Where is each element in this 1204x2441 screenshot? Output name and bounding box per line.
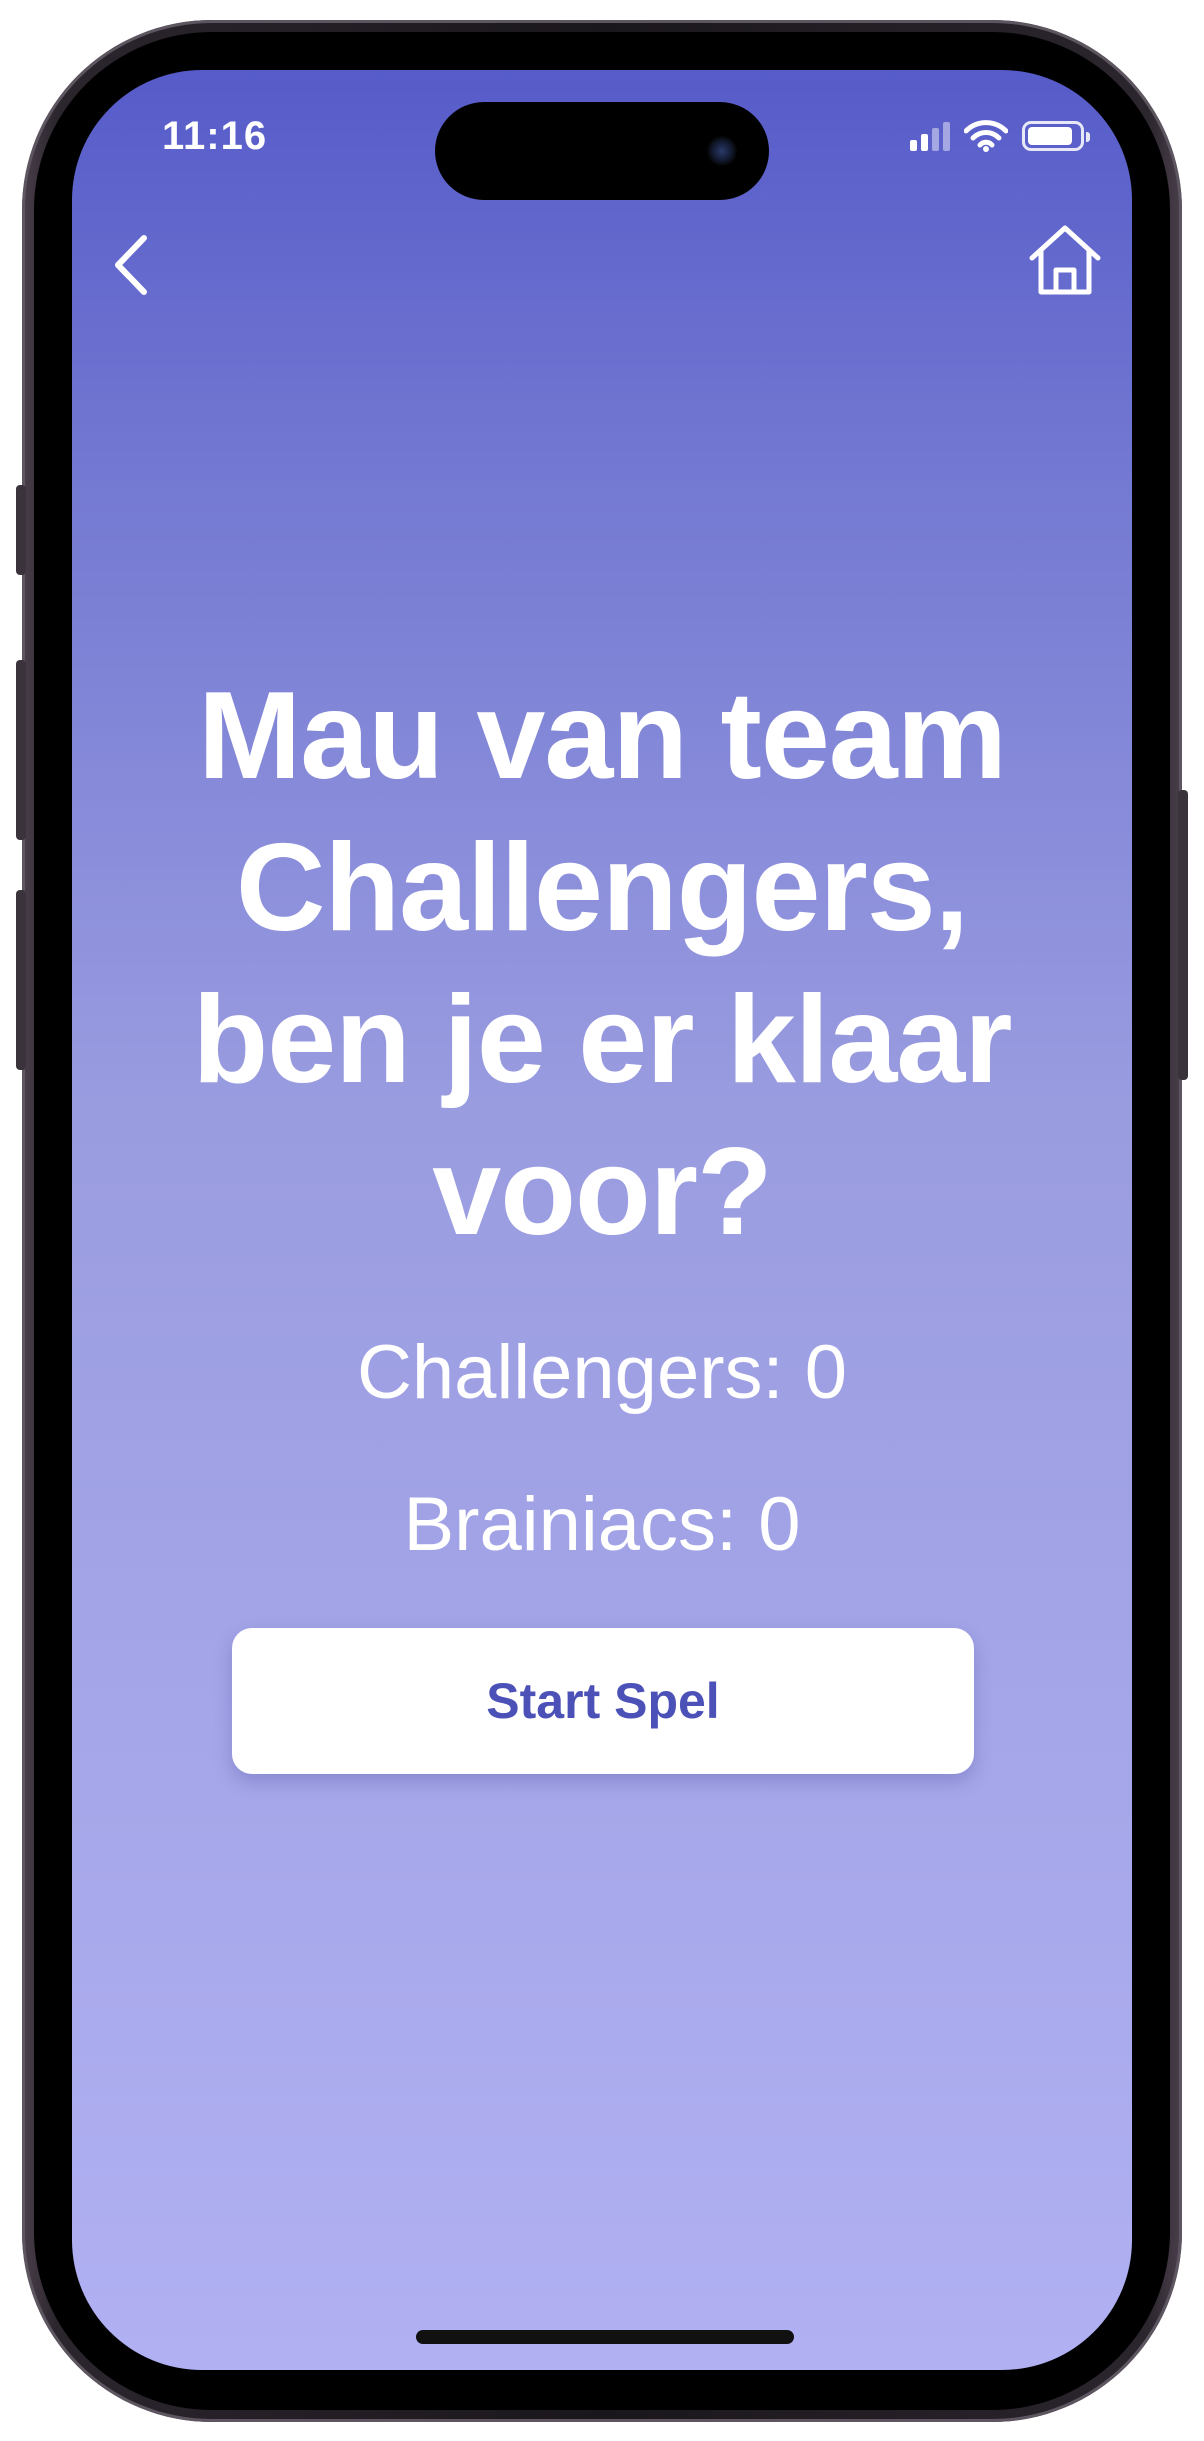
volume-up-button (16, 660, 26, 840)
screen: 11:16 Mau van team Challengers, ben je e… (72, 70, 1132, 2370)
chevron-left-icon (115, 235, 147, 295)
back-button[interactable] (90, 225, 170, 305)
wifi-icon (964, 120, 1008, 152)
home-indicator[interactable] (416, 2330, 794, 2344)
status-time: 11:16 (162, 114, 268, 158)
start-game-button[interactable]: Start Spel (232, 1628, 974, 1774)
home-button[interactable] (1020, 215, 1110, 305)
home-icon (1029, 225, 1101, 295)
power-button (1178, 790, 1188, 1080)
battery-icon (1022, 121, 1090, 151)
question-headline: Mau van team Challengers, ben je er klaa… (192, 667, 1012, 1261)
status-indicators (910, 120, 1090, 152)
cellular-signal-icon (910, 121, 950, 151)
dynamic-island (435, 102, 769, 200)
action-button (16, 485, 26, 575)
score-challengers: Challengers: 0 (356, 1330, 848, 1415)
front-camera-icon (707, 136, 737, 166)
score-brainiacs: Brainiacs: 0 (403, 1482, 801, 1567)
volume-down-button (16, 890, 26, 1070)
